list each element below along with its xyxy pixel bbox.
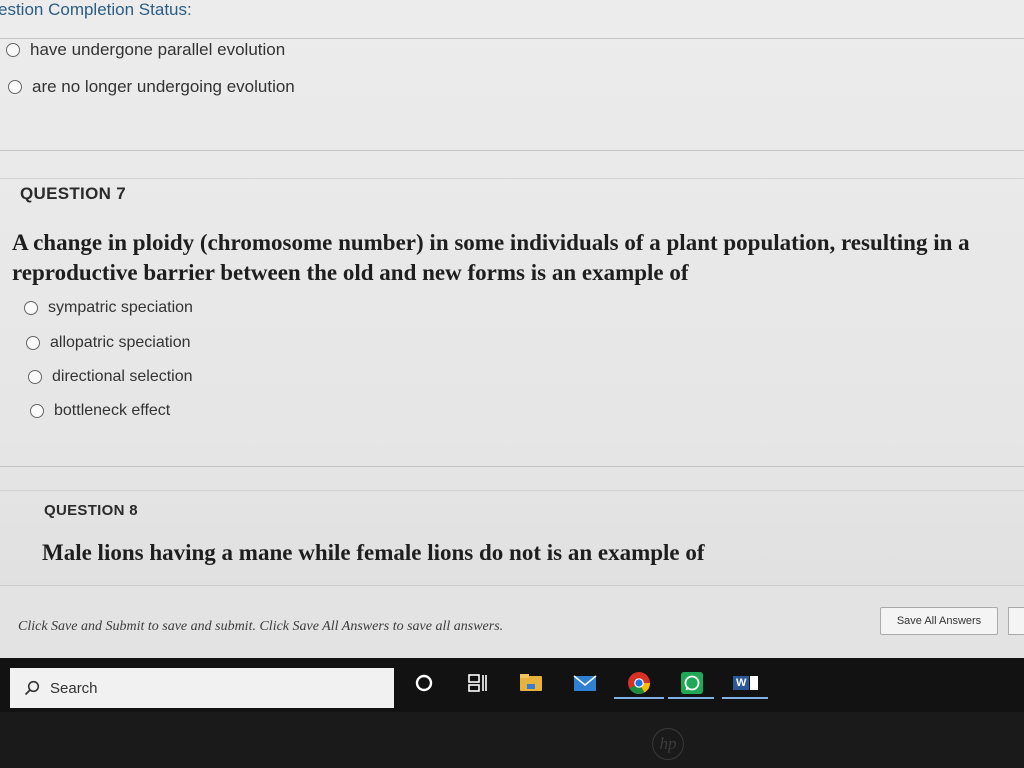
submit-instructions: Click Save and Submit to save and submit… <box>18 619 504 634</box>
file-explorer-icon[interactable] <box>518 670 544 696</box>
divider <box>0 150 1024 151</box>
divider <box>0 38 1024 39</box>
word-document-shape <box>750 676 759 690</box>
save-all-answers-button[interactable]: Save All Answers <box>880 607 998 635</box>
divider <box>0 466 1024 467</box>
radio-button[interactable] <box>26 336 40 350</box>
chrome-icon[interactable] <box>626 670 652 696</box>
q6-option-1[interactable]: have undergone parallel evolution <box>6 40 285 60</box>
taskbar: Search W <box>0 658 1024 712</box>
search-label: Search <box>50 679 98 697</box>
word-icon[interactable]: W <box>733 670 759 696</box>
task-view-icon[interactable] <box>465 670 491 696</box>
taskbar-search-box[interactable]: Search <box>10 668 394 708</box>
q7-option-bottleneck[interactable]: bottleneck effect <box>30 402 170 420</box>
question-7-text-line-1: A change in ploidy (chromosome number) i… <box>12 230 970 255</box>
laptop-bezel: hp <box>0 712 1024 768</box>
active-app-indicator <box>614 697 664 699</box>
radio-button[interactable] <box>8 80 22 94</box>
q7-option-sympatric[interactable]: sympatric speciation <box>24 299 193 317</box>
option-label: directional selection <box>52 368 193 385</box>
cortana-circle-icon[interactable] <box>411 670 437 696</box>
option-label: sympatric speciation <box>48 299 193 316</box>
question-7-label: QUESTION 7 <box>20 184 126 203</box>
question-8-text: Male lions having a mane while female li… <box>42 540 705 565</box>
submit-bar: Click Save and Submit to save and submit… <box>0 585 1024 668</box>
option-label: allopatric speciation <box>50 334 191 351</box>
q7-option-directional[interactable]: directional selection <box>28 368 193 386</box>
option-label: have undergone parallel evolution <box>30 40 286 59</box>
option-label: bottleneck effect <box>54 402 171 419</box>
radio-button[interactable] <box>28 370 42 384</box>
question-7-text: A change in ploidy (chromosome number) i… <box>12 228 970 288</box>
active-app-indicator <box>722 697 768 699</box>
completion-status-label: estion Completion Status: <box>0 0 192 19</box>
option-label: are no longer undergoing evolution <box>32 77 295 96</box>
q6-option-2[interactable]: are no longer undergoing evolution <box>8 77 295 97</box>
divider <box>0 490 1024 491</box>
search-icon <box>24 680 40 696</box>
radio-button[interactable] <box>30 404 44 418</box>
question-8-label: QUESTION 8 <box>44 502 138 519</box>
whatsapp-icon[interactable] <box>679 670 705 696</box>
word-letter: W <box>733 676 750 690</box>
divider <box>0 178 1024 179</box>
browser-page: estion Completion Status: have undergone… <box>0 0 1024 712</box>
hp-logo: hp <box>652 728 684 760</box>
radio-button[interactable] <box>24 301 38 315</box>
save-and-submit-button[interactable] <box>1008 607 1024 635</box>
q7-option-allopatric[interactable]: allopatric speciation <box>26 334 191 352</box>
completion-status-header: estion Completion Status: <box>0 0 1024 22</box>
question-7-text-line-2: reproductive barrier between the old and… <box>12 260 689 285</box>
active-app-indicator <box>668 697 714 699</box>
radio-button[interactable] <box>6 43 20 57</box>
mail-icon[interactable] <box>572 670 598 696</box>
